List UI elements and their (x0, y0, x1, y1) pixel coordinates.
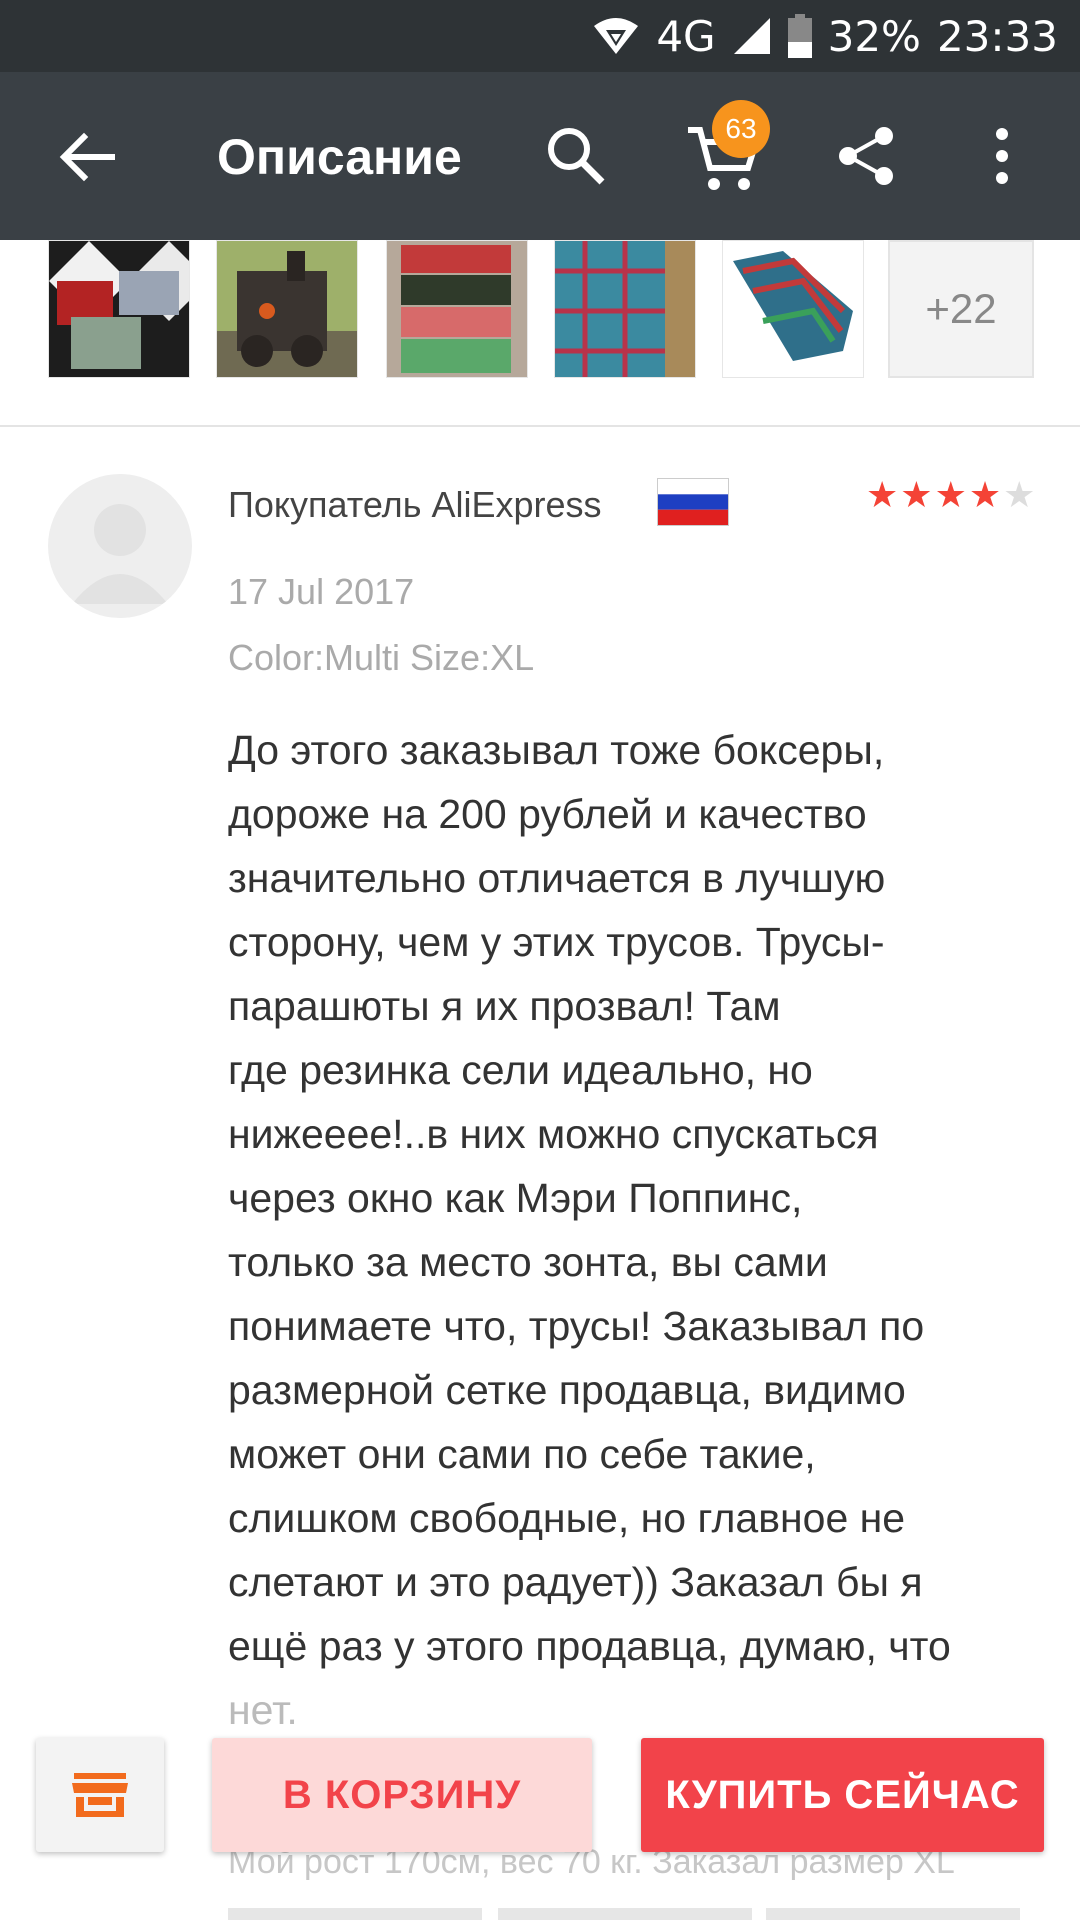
review-photo-2[interactable] (216, 240, 358, 378)
avatar (48, 474, 192, 618)
divider (0, 425, 1080, 427)
more-options-icon[interactable] (990, 124, 1014, 188)
page-title: Описание (217, 129, 462, 185)
app-bar: Описание (0, 72, 1080, 240)
share-icon[interactable] (836, 124, 896, 188)
cart-count-badge: 63 (712, 100, 770, 158)
star-empty-icon: ★ (1003, 474, 1036, 515)
additional-photo-1[interactable] (228, 1908, 482, 1920)
reviewer-name: Покупатель AliExpress (228, 484, 602, 525)
add-to-cart-button[interactable]: В КОРЗИНУ (212, 1738, 592, 1852)
review-photos: +22 (0, 240, 1080, 425)
review-photo-1[interactable] (48, 240, 190, 378)
battery-level: 32% (827, 11, 921, 61)
store-button[interactable] (36, 1738, 164, 1852)
clock: 23:33 (936, 11, 1058, 61)
network-type: 4G (656, 11, 716, 61)
more-photos-button[interactable]: +22 (888, 240, 1034, 378)
star-icon: ★ (866, 474, 899, 515)
russia-flag-icon (657, 478, 729, 526)
additional-photo-3[interactable] (766, 1908, 1020, 1920)
review-date: 17 Jul 2017 (228, 571, 415, 612)
star-icon: ★ (968, 474, 1002, 515)
star-icon: ★ (900, 474, 933, 515)
search-icon[interactable] (544, 124, 608, 188)
additional-photo-2[interactable] (498, 1908, 752, 1920)
review-photo-4[interactable] (554, 240, 696, 378)
review-text-main: До этого заказывал тоже боксеры, дороже … (228, 727, 951, 1669)
review-text-tail: нет. (228, 1687, 298, 1733)
battery-icon (787, 14, 812, 58)
signal-icon (732, 16, 772, 56)
buy-now-button[interactable]: КУПИТЬ СЕЙЧАС (641, 1738, 1044, 1852)
review-text: До этого заказывал тоже боксеры, дороже … (228, 718, 1048, 1742)
review-photo-3[interactable] (386, 240, 528, 378)
star-icon: ★ (934, 474, 967, 515)
review-photo-5[interactable] (722, 240, 864, 378)
status-bar: 4G 32% 23:33 (0, 0, 1080, 72)
rating-stars: ★ ★ ★ ★ ★ (866, 474, 1035, 516)
back-arrow-icon[interactable] (52, 122, 122, 192)
wifi-icon (592, 16, 640, 56)
review-sku: Color:Multi Size:XL (228, 637, 535, 678)
store-icon (72, 1773, 128, 1817)
